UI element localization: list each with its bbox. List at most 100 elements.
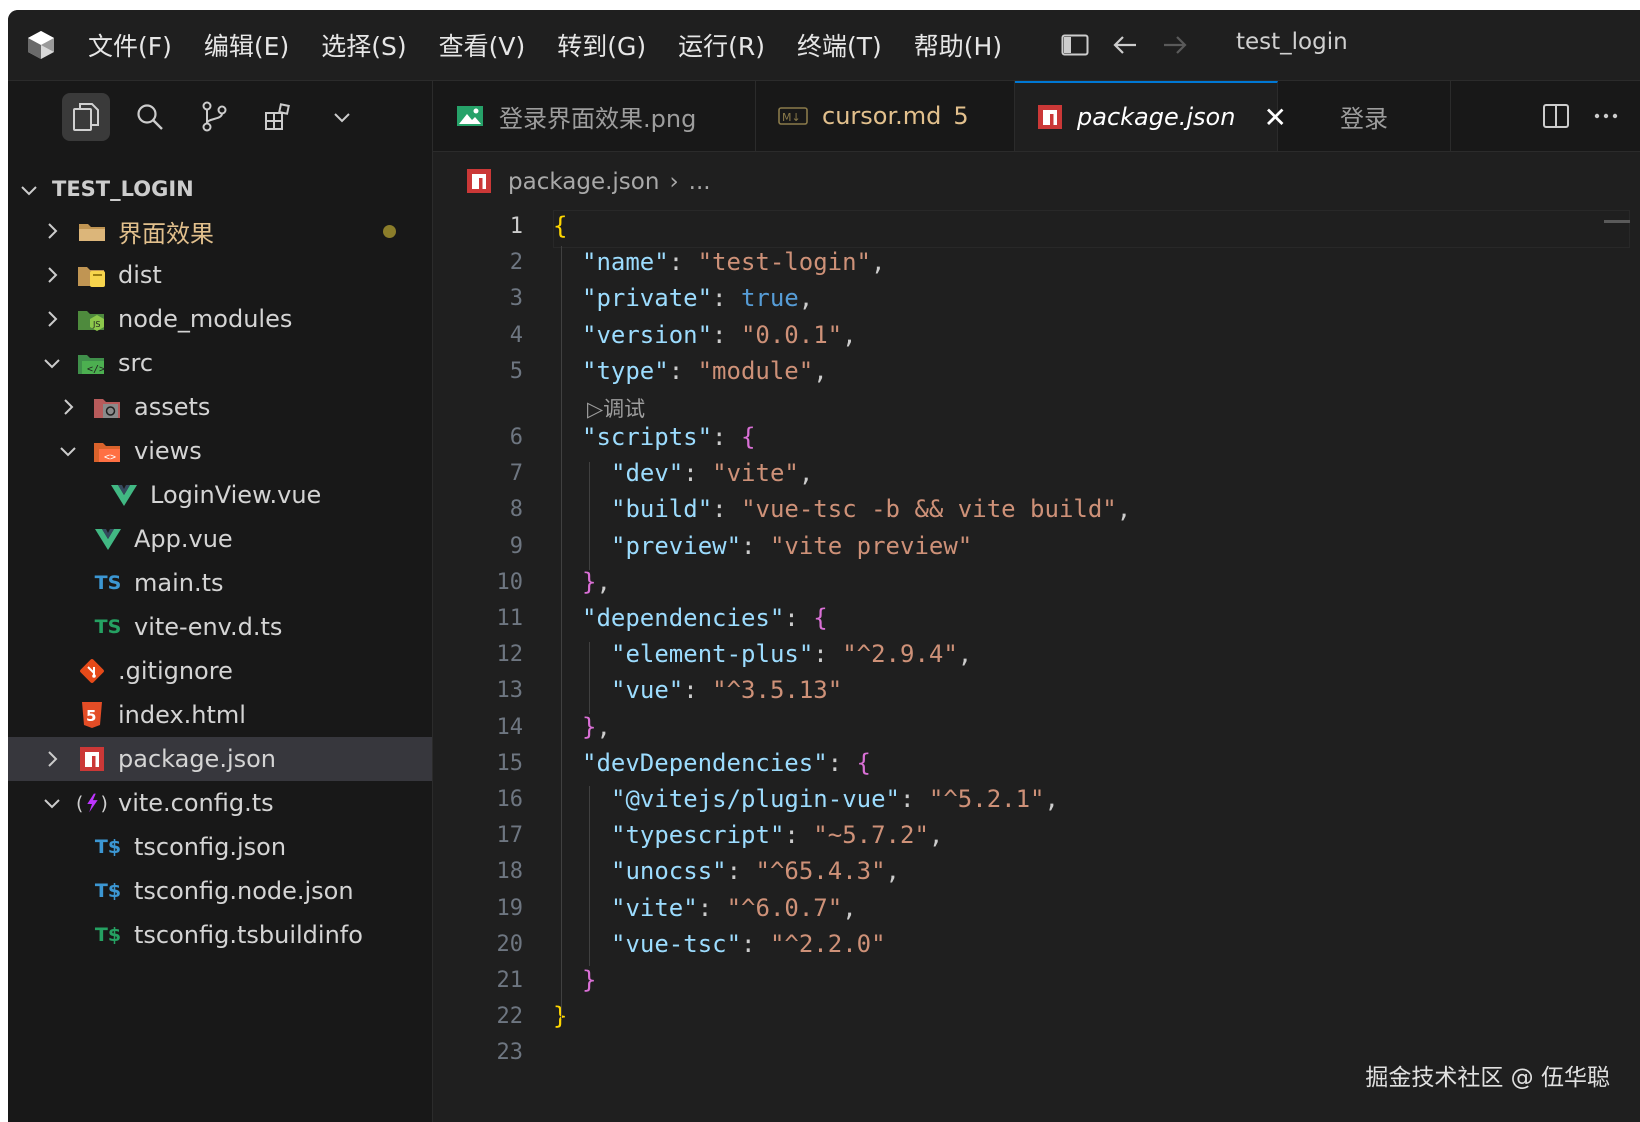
menu-help[interactable]: 帮助(H) (914, 27, 1002, 63)
tab-label: 登录 (1340, 104, 1388, 133)
code-line[interactable]: "private": true, (582, 284, 813, 312)
tab-cursor-md[interactable]: M↓ cursor.md 5 (756, 81, 1015, 151)
toggle-sidebar-icon[interactable] (1058, 28, 1092, 62)
tree-file-loginview-vue[interactable]: LoginView.vue (8, 473, 432, 517)
code-line[interactable]: }, (582, 568, 611, 596)
npm-file-icon (466, 168, 494, 196)
code-line[interactable]: "@vitejs/plugin-vue": "^5.2.1", (611, 785, 1059, 813)
tree-file-vite-env-dts[interactable]: TS vite-env.d.ts (8, 605, 432, 649)
tree-folder-jiemianxiaoguo[interactable]: 界面效果 (8, 209, 432, 253)
code-line[interactable]: "element-plus": "^2.9.4", (611, 640, 972, 668)
watermark: 掘金技术社区 @ 伍华聪 (1365, 1065, 1610, 1091)
tab-denglu[interactable]: 登录 (1278, 81, 1451, 151)
code-line[interactable]: "vue": "^3.5.13" (611, 676, 842, 704)
line-number: 14 (496, 714, 524, 740)
code-token: "scripts" (582, 423, 713, 451)
code-token: , (813, 356, 828, 385)
vue-file-icon (108, 480, 140, 510)
tree-folder-assets[interactable]: assets (8, 385, 432, 429)
tree-file-tsconfig-node-json[interactable]: T$ tsconfig.node.json (8, 869, 432, 913)
tree-file-package-json[interactable]: package.json (8, 737, 432, 781)
code-line[interactable]: "dev": "vite", (611, 459, 813, 487)
extensions-icon[interactable] (254, 93, 302, 141)
code-line[interactable]: "vite": "^6.0.7", (611, 894, 857, 922)
code-token: : (712, 423, 741, 451)
menu-file[interactable]: 文件(F) (88, 27, 172, 63)
current-line-highlight (553, 210, 1630, 248)
source-control-icon[interactable] (190, 93, 238, 141)
code-editor[interactable]: 1 2 3 4 5 6 7 8 9 10 11 12 13 14 15 16 17 18 19 20 21 22 23 {"… (433, 210, 1640, 1122)
line-number: 9 (509, 533, 523, 559)
search-icon[interactable] (126, 93, 174, 141)
tree-item-label: tsconfig.json (134, 833, 287, 861)
explorer-section-header[interactable]: TEST_LOGIN (20, 171, 194, 207)
forward-arrow-icon[interactable] (1158, 28, 1192, 62)
scrollbar-marker[interactable] (1604, 220, 1630, 223)
indent-guide (589, 786, 590, 966)
tree-file-vite-config[interactable]: () vite.config.ts (8, 781, 432, 825)
debug-codelens[interactable]: ▷调试 (587, 393, 645, 423)
code-line[interactable]: "build": "vue-tsc -b && vite build", (611, 495, 1131, 523)
code-token: : (784, 821, 814, 850)
split-editor-icon[interactable] (1536, 96, 1576, 136)
code-token: { (740, 423, 756, 451)
code-line[interactable]: "scripts": { (582, 423, 755, 451)
tree-folder-views[interactable]: <> views (8, 429, 432, 473)
breadcrumb-symbols[interactable]: ... (689, 169, 711, 195)
html5-file-icon: 5 (76, 700, 108, 730)
code-token: : (899, 785, 929, 813)
tree-file-index-html[interactable]: 5 index.html (8, 693, 432, 737)
dist-folder-icon (76, 260, 108, 290)
chevron-right-icon: › (669, 169, 679, 195)
tree-file-tsconfig-json[interactable]: T$ tsconfig.json (8, 825, 432, 869)
code-line[interactable]: { (553, 212, 567, 240)
code-line[interactable]: "dependencies": { (582, 604, 828, 632)
menu-go[interactable]: 转到(G) (557, 27, 646, 63)
window-title[interactable]: test_login (1236, 29, 1348, 55)
code-line[interactable]: "preview": "vite preview" (611, 532, 972, 560)
code-line[interactable]: "type": "module", (582, 357, 828, 385)
tree-file-app-vue[interactable]: App.vue (8, 517, 432, 561)
npm-file-icon (76, 744, 108, 774)
tree-file-main-ts[interactable]: TS main.ts (8, 561, 432, 605)
chevron-right-icon (58, 397, 78, 417)
tab-package-json[interactable]: package.json ✕ (1015, 81, 1287, 151)
code-token: : (784, 604, 814, 632)
menu-terminal[interactable]: 终端(T) (797, 27, 882, 63)
explorer-files-icon[interactable] (62, 93, 110, 141)
typescript-def-file-icon: TS (94, 616, 122, 638)
tree-folder-node-modules[interactable]: JS node_modules (8, 297, 432, 341)
code-line[interactable]: "unocss": "^65.4.3", (611, 857, 900, 885)
code-token: "^65.4.3" (755, 857, 886, 886)
menu-run[interactable]: 运行(R) (678, 27, 765, 63)
chevron-down-icon[interactable] (318, 93, 366, 141)
svg-text:(: ( (76, 794, 83, 815)
tab-label: cursor.md (822, 102, 942, 130)
menu-view[interactable]: 查看(V) (439, 27, 526, 63)
code-line[interactable]: "version": "0.0.1", (582, 321, 857, 349)
vite-file-icon: () (76, 788, 108, 818)
code-line[interactable]: "devDependencies": { (582, 749, 871, 777)
breadcrumb-file[interactable]: package.json (508, 169, 659, 195)
code-token: : (741, 929, 770, 958)
editor-actions (1526, 81, 1626, 151)
problem-count-badge: 5 (953, 102, 969, 130)
line-number: 3 (509, 286, 523, 312)
tree-file-tsbuildinfo[interactable]: T$ tsconfig.tsbuildinfo (8, 913, 432, 957)
tree-folder-src[interactable]: </> src (8, 341, 432, 385)
cursor-app-icon (24, 28, 58, 62)
code-line[interactable]: "vue-tsc": "^2.2.0" (611, 930, 886, 958)
code-line[interactable]: "typescript": "~5.7.2", (611, 821, 943, 849)
tab-login-png[interactable]: 登录界面效果.png (433, 81, 756, 151)
menu-selection[interactable]: 选择(S) (321, 27, 406, 63)
tree-folder-dist[interactable]: dist (8, 253, 432, 297)
code-line[interactable]: }, (582, 713, 611, 741)
back-arrow-icon[interactable] (1108, 28, 1142, 62)
svg-text:<>: <> (104, 452, 116, 463)
code-line[interactable]: } (582, 966, 596, 994)
code-token: "^3.5.13" (712, 676, 843, 705)
code-line[interactable]: "name": "test-login", (582, 248, 885, 276)
tree-file-gitignore[interactable]: .gitignore (8, 649, 432, 693)
more-actions-icon[interactable] (1586, 96, 1626, 136)
menu-edit[interactable]: 编辑(E) (204, 27, 289, 63)
